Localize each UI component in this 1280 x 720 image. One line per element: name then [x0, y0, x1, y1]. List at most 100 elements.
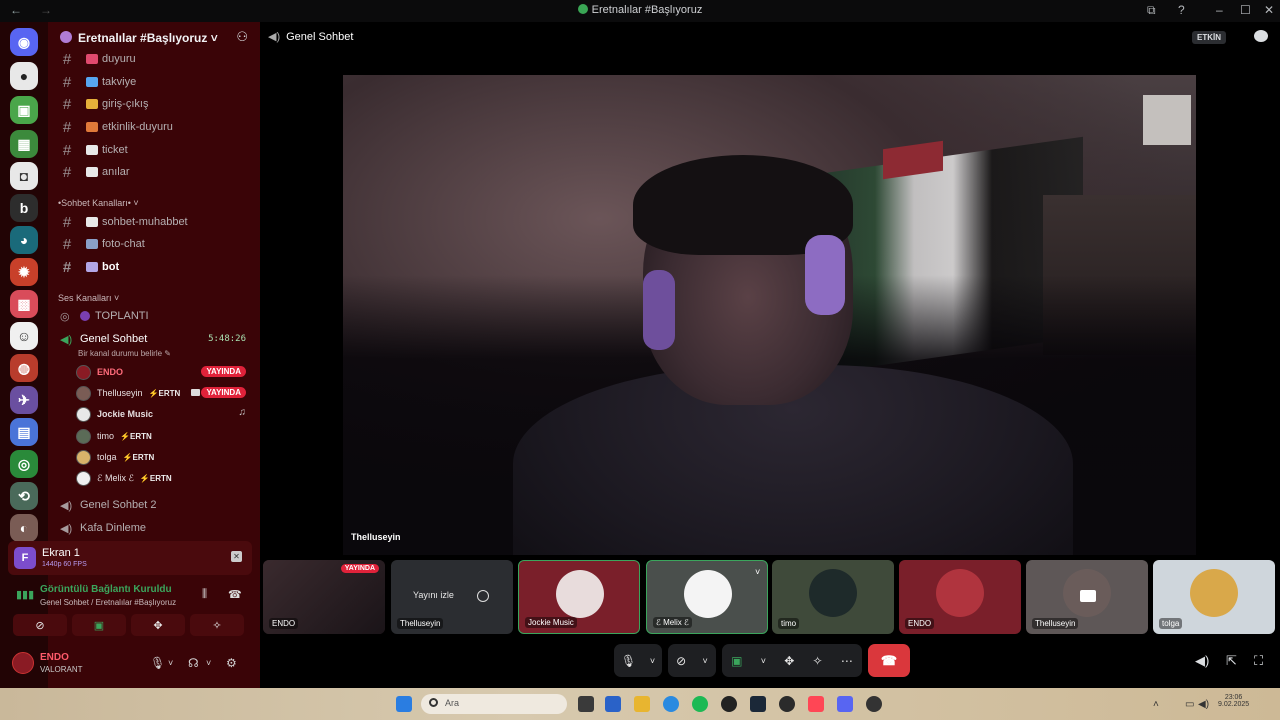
tile-menu-icon[interactable]: ˅: [755, 567, 760, 577]
server-icon[interactable]: ◕: [10, 226, 38, 254]
close-icon[interactable]: ✕: [1264, 3, 1274, 17]
app-icon[interactable]: [866, 696, 882, 712]
stop-stream-icon[interactable]: ✕: [231, 551, 242, 562]
noise-suppression-icon[interactable]: ⫼: [202, 588, 207, 601]
screen-share-icon[interactable]: ▣: [731, 654, 742, 668]
activities-button[interactable]: ✥: [131, 614, 185, 636]
category-sohbet[interactable]: •Sohbet Kanalları• ˅: [58, 198, 139, 208]
spotify-icon[interactable]: [692, 696, 708, 712]
server-icon[interactable]: ▣: [10, 96, 38, 124]
channel-duyuru[interactable]: # duyuru: [56, 49, 252, 69]
microphone-icon[interactable]: 🎙: [150, 656, 165, 670]
server-icon[interactable]: b: [10, 194, 38, 222]
server-icon[interactable]: ✹: [10, 258, 38, 286]
voice-user-endo[interactable]: ENDO YAYINDA: [76, 362, 252, 382]
disconnect-button[interactable]: ☎: [868, 644, 910, 677]
minimize-icon[interactable]: –: [1216, 3, 1223, 17]
discord-home-icon[interactable]: ◉: [10, 28, 38, 56]
soundboard-icon[interactable]: ✧: [813, 654, 823, 668]
voice-user-tolga[interactable]: tolga ⚡ERTN: [76, 447, 252, 467]
participant-tile[interactable]: YAYINDA ENDO: [263, 560, 385, 634]
app-icon[interactable]: [779, 696, 795, 712]
soundboard-button[interactable]: ✧: [190, 614, 244, 636]
stage-channel-toplanti[interactable]: ◎ TOPLANTI: [56, 306, 252, 326]
voice-channel-genel-sohbet-2[interactable]: ◀) Genel Sohbet 2: [56, 495, 252, 515]
task-view-icon[interactable]: [578, 696, 594, 712]
server-icon[interactable]: ◍: [10, 354, 38, 382]
maximize-icon[interactable]: ☐: [1240, 3, 1251, 17]
chevron-down-icon[interactable]: ˅: [650, 656, 655, 666]
server-icon[interactable]: ✈: [10, 386, 38, 414]
discord-icon[interactable]: [837, 696, 853, 712]
settings-gear-icon[interactable]: ⚙: [226, 656, 237, 670]
server-icon[interactable]: ▩: [10, 290, 38, 318]
server-icon[interactable]: ⟲: [10, 482, 38, 510]
activities-icon[interactable]: ✥: [784, 654, 794, 668]
chevron-down-icon[interactable]: ˅: [168, 658, 173, 668]
invite-people-icon[interactable]: ⚇: [236, 29, 248, 45]
voice-channel-genel-sohbet[interactable]: ◀) Genel Sohbet 5:48:26: [56, 329, 252, 349]
voice-status[interactable]: Bir kanal durumu belirle ✎: [78, 349, 171, 358]
pop-out-icon[interactable]: ⇱: [1226, 653, 1237, 669]
server-icon[interactable]: ▦: [10, 130, 38, 158]
help-icon[interactable]: ?: [1178, 3, 1185, 17]
avatar[interactable]: [12, 652, 34, 674]
active-badge[interactable]: ETKİN: [1192, 31, 1226, 44]
channel-anilar[interactable]: # anılar: [56, 162, 252, 182]
start-icon[interactable]: [396, 696, 412, 712]
channel-giris-cikis[interactable]: # giriş-çıkış: [56, 94, 252, 114]
channel-ticket[interactable]: # ticket: [56, 140, 252, 160]
participant-tile[interactable]: ENDO: [899, 560, 1021, 634]
camera-off-button[interactable]: ⊘: [13, 614, 67, 636]
channel-sohbet-muhabbet[interactable]: # sohbet-muhabbet: [56, 212, 252, 232]
file-explorer-icon[interactable]: [634, 696, 650, 712]
valorant-icon[interactable]: [808, 696, 824, 712]
category-voice[interactable]: Ses Kanalları ˅: [58, 293, 119, 303]
taskbar-clock[interactable]: 23:06 9.02.2025: [1218, 694, 1249, 708]
channel-takviye[interactable]: # takviye: [56, 72, 252, 92]
participant-tile[interactable]: Jockie Music: [518, 560, 640, 634]
guild-header[interactable]: Eretnalılar #Başlıyoruz ˅ ⚇: [48, 22, 260, 52]
chevron-down-icon[interactable]: ˅: [761, 656, 766, 666]
voice-channel-kafa-dinleme[interactable]: ◀) Kafa Dinleme: [56, 518, 252, 538]
more-options-icon[interactable]: ⋯: [841, 654, 853, 668]
server-icon[interactable]: ▤: [10, 418, 38, 446]
voice-user-thelluseyin[interactable]: Thelluseyin ⚡ERTN YAYINDA: [76, 383, 252, 403]
fullscreen-icon[interactable]: ⛶: [1254, 653, 1263, 669]
inbox-icon[interactable]: ⧉: [1147, 3, 1156, 18]
volume-icon[interactable]: ◀): [1198, 699, 1209, 710]
voice-user-melix[interactable]: ℰ Melix ℰ ⚡ERTN: [76, 468, 252, 488]
server-icon[interactable]: ◐: [10, 514, 38, 542]
participant-tile[interactable]: Thelluseyin: [1026, 560, 1148, 634]
participant-tile[interactable]: ˅ ℰ Melix ℰ: [646, 560, 768, 634]
focused-video[interactable]: Thelluseyin: [343, 75, 1196, 555]
server-icon[interactable]: ☺: [10, 322, 38, 350]
chevron-down-icon[interactable]: ˅: [206, 658, 211, 668]
zoom-icon[interactable]: [477, 590, 489, 602]
camera-button[interactable]: ⊘ ˅: [668, 644, 716, 677]
tray-chevron-icon[interactable]: ˄: [1153, 699, 1159, 710]
server-icon[interactable]: ◎: [10, 450, 38, 478]
steam-icon[interactable]: [750, 696, 766, 712]
channel-etkinlik-duyuru[interactable]: # etkinlik-duyuru: [56, 117, 252, 137]
volume-icon[interactable]: ◀): [1195, 653, 1209, 669]
voice-user-jockie-music[interactable]: Jockie Music ♫: [76, 404, 252, 424]
server-icon[interactable]: ●: [10, 62, 38, 90]
connection-status[interactable]: Görüntülü Bağlantı Kuruldu: [40, 584, 172, 595]
headphones-icon[interactable]: ☊: [188, 656, 199, 670]
network-icon[interactable]: ▭: [1185, 699, 1194, 710]
watch-stream-button[interactable]: Yayını izle: [413, 590, 454, 600]
participant-tile[interactable]: timo: [772, 560, 894, 634]
disconnect-icon[interactable]: ☎: [228, 588, 242, 601]
voice-user-timo[interactable]: timo ⚡ERTN: [76, 426, 252, 446]
chevron-down-icon[interactable]: ˅: [703, 656, 708, 666]
taskbar-search[interactable]: Ara: [421, 694, 567, 714]
channel-foto-chat[interactable]: # foto-chat: [56, 234, 252, 254]
screen-share-button[interactable]: ▣: [72, 614, 126, 636]
app-icon[interactable]: [721, 696, 737, 712]
edge-icon[interactable]: [663, 696, 679, 712]
chat-bubble-icon[interactable]: [1254, 30, 1268, 42]
microphone-button[interactable]: 🎙 ˅: [614, 644, 662, 677]
channel-bot[interactable]: # bot: [56, 257, 252, 277]
server-icon[interactable]: ◘: [10, 162, 38, 190]
